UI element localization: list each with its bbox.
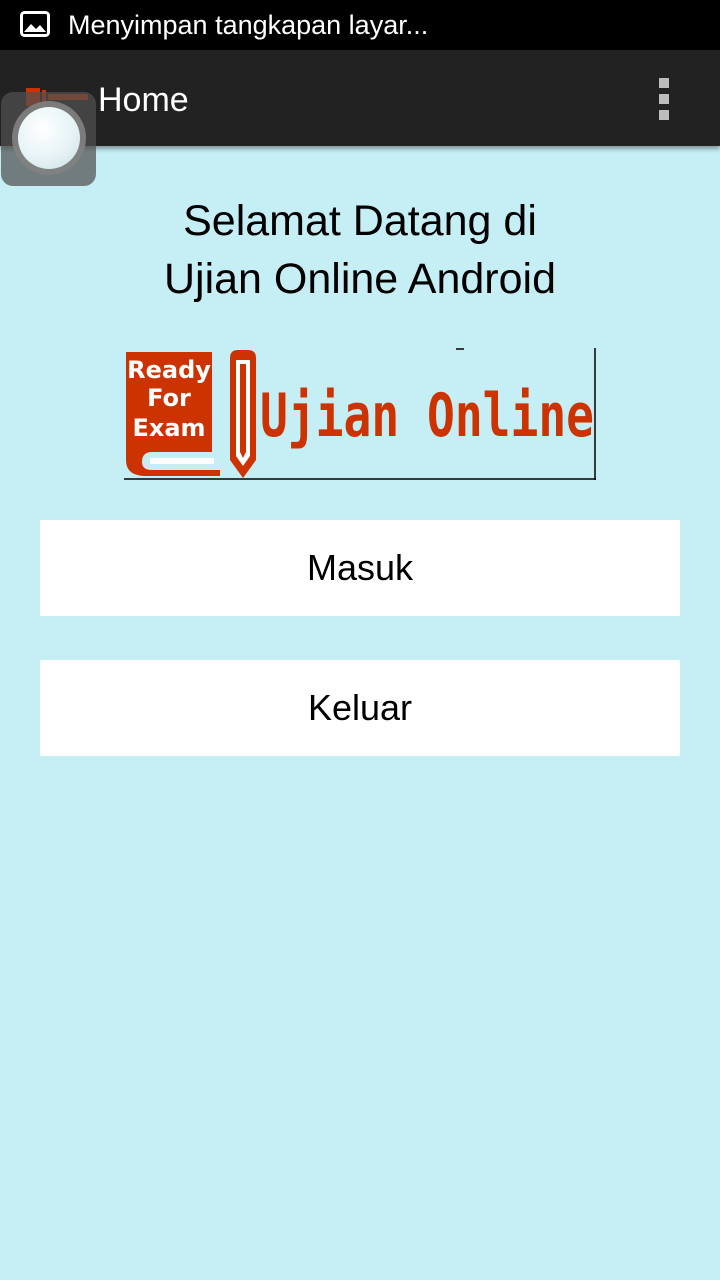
logo-wordmark: Ujian Online [260, 381, 594, 451]
page-title: Home [98, 81, 189, 119]
assistive-touch-core [18, 107, 80, 169]
logo-badge-line-1: Ready [127, 356, 211, 384]
logo-badge-line-2: For [147, 384, 191, 412]
welcome-line-1: Selamat Datang di [183, 197, 537, 245]
ujian-online-logo: Ready For Exam Ujian Online [124, 348, 596, 480]
assistive-touch-button[interactable] [1, 92, 96, 186]
welcome-heading: Selamat Datang di Ujian Online Android [0, 192, 720, 308]
masuk-button[interactable]: Masuk [40, 520, 680, 616]
keluar-button[interactable]: Keluar [40, 660, 680, 756]
more-vert-icon[interactable] [650, 76, 680, 122]
notification-text: Menyimpan tangkapan layar... [68, 10, 429, 40]
home-screen: Menyimpan tangkapan layar... Home Selama… [0, 0, 720, 1280]
status-bar: Menyimpan tangkapan layar... [0, 0, 720, 50]
welcome-line-2: Ujian Online Android [163, 255, 557, 303]
image-icon [20, 11, 50, 37]
logo-badge-line-3: Exam [132, 414, 205, 442]
